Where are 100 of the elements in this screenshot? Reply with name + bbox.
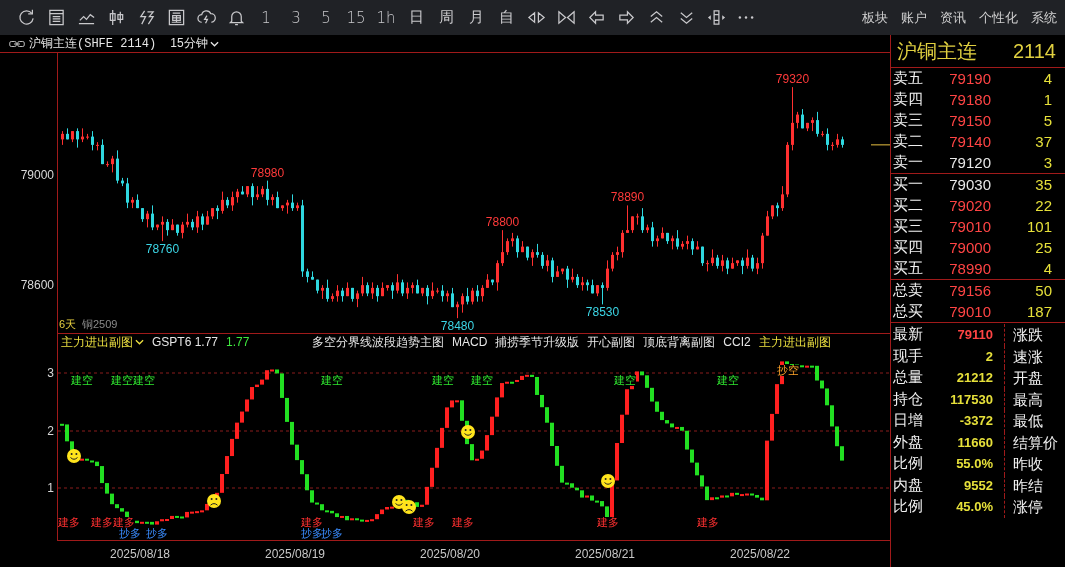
refresh-icon[interactable] (16, 8, 36, 27)
indicator-tab[interactable]: 捕捞季节升级版 (495, 333, 580, 351)
quote-label: 买三 (893, 217, 924, 236)
contract-name: 沪铜主连 (897, 38, 977, 64)
chain-link-icon (9, 39, 25, 48)
days-label: 6天 (59, 317, 77, 331)
candlestick (256, 186, 259, 200)
price-label: 78800 (485, 215, 520, 230)
candlestick (631, 216, 634, 233)
period-button[interactable]: 3 (281, 0, 311, 35)
candlestick (651, 221, 654, 247)
quote-label: 卖四 (893, 90, 924, 109)
quote-label: 买五 (893, 259, 924, 278)
period-dropdown[interactable]: 15分钟 (170, 35, 219, 52)
candlestick (561, 268, 564, 275)
signal-label: 建多 (597, 517, 619, 528)
candlestick (556, 265, 559, 277)
candlestick (706, 260, 709, 272)
candlestick (656, 235, 659, 247)
menu-item[interactable]: 板块 (862, 8, 888, 27)
candlestick (276, 191, 279, 209)
indicator-tab[interactable]: 开心副图 (587, 333, 636, 351)
candlestick (101, 139, 104, 165)
menu-item[interactable]: 系统 (1031, 8, 1057, 27)
period-button[interactable]: 日 (401, 0, 431, 35)
stat-label: 日增 (893, 411, 924, 431)
candlestick (531, 249, 534, 266)
candlestick (91, 131, 94, 151)
indicator-tab[interactable]: 多空分界线波段趋势主图 (312, 333, 444, 351)
candlestick (111, 155, 114, 173)
quote-price: 79000 (948, 239, 991, 256)
candlestick (316, 279, 319, 294)
symbol-title: 沪铜主连(SHFE 2114) (29, 36, 157, 52)
candlestick (76, 128, 79, 148)
candlestick (526, 246, 529, 261)
date-label: 2025/08/18 (108, 547, 172, 561)
candlestick (676, 230, 679, 250)
menu-item[interactable]: 资讯 (940, 8, 966, 27)
collapse-horizontal-icon[interactable] (556, 8, 576, 27)
column-arrows-icon[interactable] (706, 8, 726, 27)
candlestick (711, 249, 714, 266)
candlestick (731, 257, 734, 269)
indicator-tab[interactable]: 顶底背离副图 (643, 333, 716, 351)
price-label: 78760 (145, 242, 180, 257)
candlestick (516, 235, 519, 258)
quote-label: 总卖 (893, 281, 924, 300)
quote-label: 卖一 (893, 153, 924, 172)
right-arrow-icon[interactable] (616, 8, 636, 27)
menu-item[interactable]: 个性化 (979, 8, 1018, 27)
period-button[interactable]: 月 (461, 0, 491, 35)
stat-label: 外盘 (893, 432, 924, 452)
candlestick (716, 254, 719, 269)
period-button[interactable]: 5 (311, 0, 341, 35)
indicator-tab[interactable]: MACD (452, 335, 488, 349)
signal-label: 建空 (471, 375, 493, 386)
candlestick (181, 221, 184, 239)
candlestick (416, 279, 419, 294)
candlestick (201, 213, 204, 231)
period-button[interactable]: 周 (431, 0, 461, 35)
list-icon[interactable] (46, 8, 66, 27)
boxed-grid-icon[interactable] (166, 8, 186, 27)
candlestick (271, 194, 274, 206)
candlestick (826, 128, 829, 151)
candlestick (336, 285, 339, 302)
candlestick (81, 128, 84, 143)
menu-item[interactable]: 账户 (901, 8, 927, 27)
left-arrow-icon[interactable] (586, 8, 606, 27)
candlestick (71, 131, 74, 143)
y-axis-label: 78600 (20, 278, 54, 293)
period-button[interactable]: 自 (491, 0, 521, 35)
candlestick (621, 230, 624, 258)
candlestick (751, 254, 754, 272)
candlestick (66, 128, 69, 140)
candlestick (491, 279, 494, 286)
candlestick (146, 210, 149, 228)
more-icon[interactable] (737, 14, 755, 21)
candlestick (281, 205, 284, 211)
quote-price: 79010 (948, 218, 991, 235)
indicator-tab[interactable]: CCI2 (723, 335, 751, 349)
candlestick (171, 219, 174, 231)
candlestick (161, 216, 164, 242)
indicator-dropdown[interactable]: 主力进出副图 (61, 333, 144, 351)
candlestick (426, 285, 429, 305)
candlestick (131, 197, 134, 209)
candlestick (496, 260, 499, 291)
candlestick (116, 150, 119, 184)
signal-label: 建空 (432, 375, 454, 386)
period-button[interactable]: 15 (341, 0, 371, 35)
period-button[interactable]: 1h (371, 0, 401, 35)
candlestick (186, 213, 189, 228)
period-button[interactable]: 1 (251, 0, 281, 35)
candlestick (346, 282, 349, 297)
candlestick (311, 271, 314, 280)
candlestick (156, 224, 159, 231)
stat-label: 速涨 (1004, 345, 1065, 367)
candlestick (136, 194, 139, 209)
candlestick (721, 254, 724, 272)
signal-label: 建多 (113, 517, 135, 528)
candlestick (521, 241, 524, 253)
indicator-tab[interactable]: 主力进出副图 (758, 333, 831, 351)
